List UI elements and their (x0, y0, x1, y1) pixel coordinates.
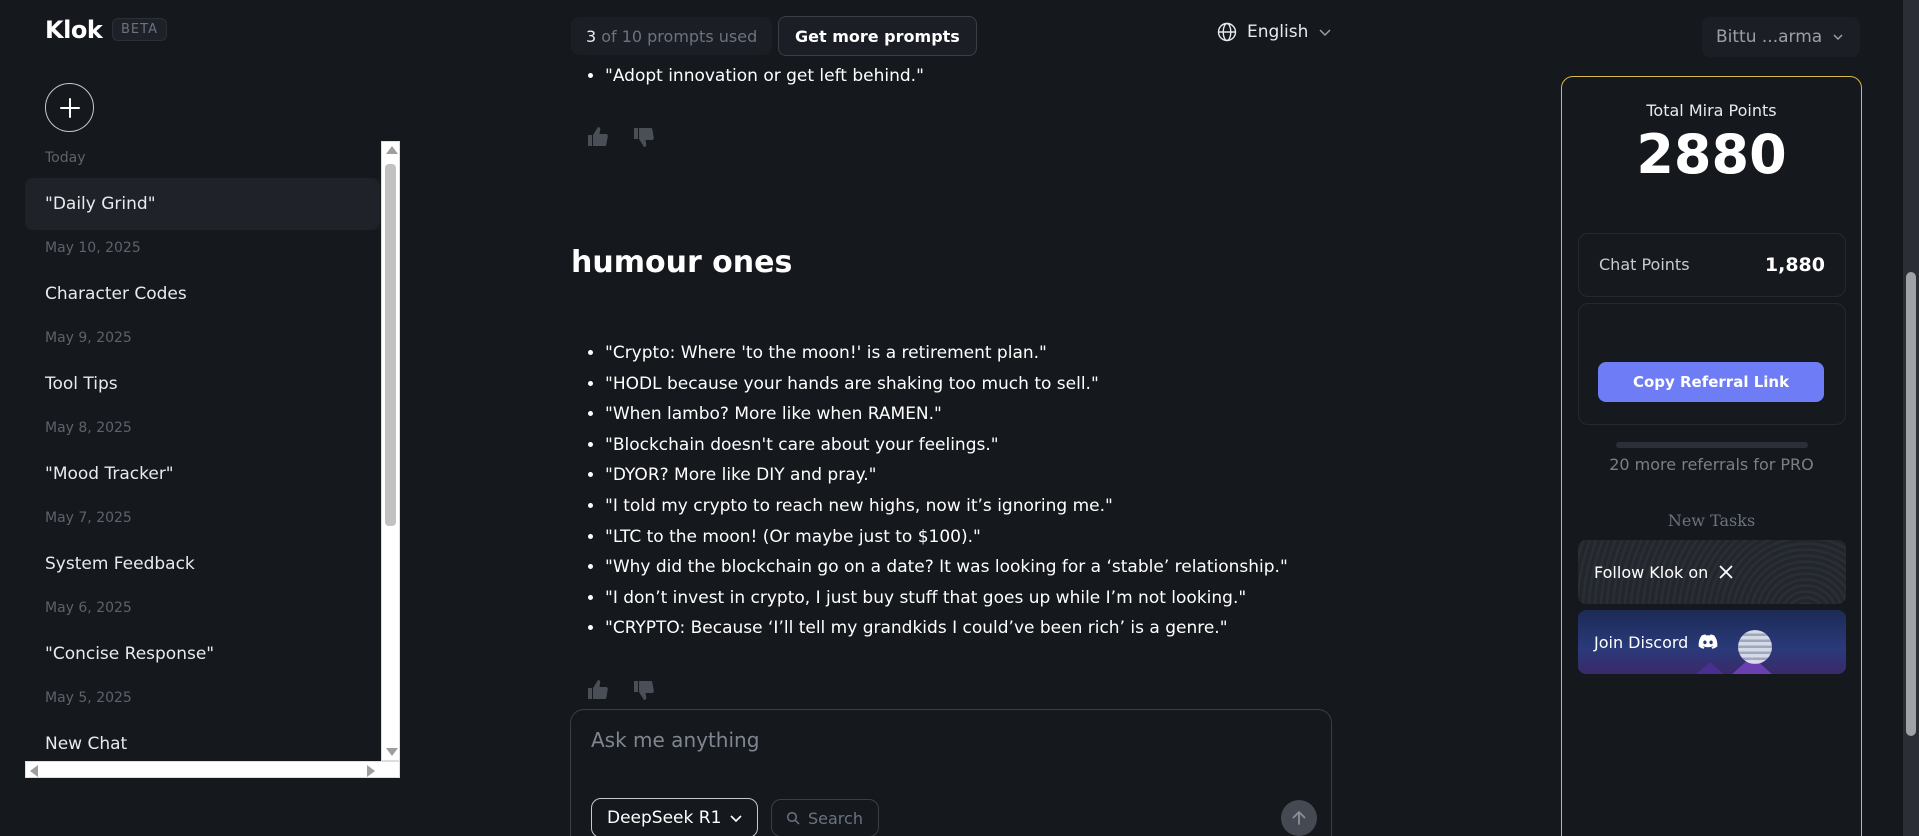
previous-response-list: "Adopt innovation or get left behind." (571, 61, 924, 92)
feedback-buttons (584, 124, 656, 150)
list-item: "DYOR? More like DIY and pray." (605, 460, 1288, 491)
scroll-down-arrow-icon[interactable] (386, 748, 398, 756)
scrollbar-thumb[interactable] (385, 164, 396, 526)
chat-history-list: Today "Daily Grind" May 10, 2025 Charact… (25, 140, 380, 760)
history-date: May 6, 2025 (45, 600, 132, 616)
plus-icon (59, 97, 80, 118)
history-horizontal-scrollbar[interactable] (25, 761, 400, 778)
points-panel: Total Mira Points 2880 Chat Points 1,880… (1561, 76, 1862, 836)
search-icon (786, 811, 800, 825)
language-label: English (1247, 22, 1309, 42)
feedback-buttons (584, 677, 656, 703)
message-composer: DeepSeek R1 Search (570, 709, 1332, 836)
section-heading: humour ones (571, 245, 793, 280)
list-item: "HODL because your hands are shaking too… (605, 369, 1288, 400)
task-follow-label: Follow Klok on (1594, 562, 1709, 582)
history-date: May 8, 2025 (45, 420, 132, 436)
page-scrollbar[interactable] (1903, 0, 1919, 836)
prompts-used-text: of 10 prompts used (601, 26, 758, 46)
history-item-mood-tracker[interactable]: "Mood Tracker" (25, 448, 380, 500)
list-item: "I don’t invest in crypto, I just buy st… (605, 583, 1288, 614)
chat-points-value: 1,880 (1764, 254, 1825, 276)
history-date: May 10, 2025 (45, 240, 141, 256)
history-date: Today (45, 150, 86, 166)
search-toggle-label: Search (808, 808, 863, 828)
language-selector[interactable]: English (1217, 22, 1332, 42)
model-selector-label: DeepSeek R1 (607, 808, 722, 828)
total-points-value: 2880 (1636, 123, 1787, 186)
scroll-up-arrow-icon[interactable] (386, 146, 398, 154)
get-more-prompts-button[interactable]: Get more prompts (778, 16, 977, 56)
globe-icon (1217, 22, 1237, 42)
arrow-up-icon (1292, 811, 1306, 825)
list-item: "I told my crypto to reach new highs, no… (605, 491, 1288, 522)
new-chat-button[interactable] (45, 83, 94, 132)
chevron-down-icon (1319, 29, 1331, 37)
user-menu[interactable]: Bittu ...arma (1702, 17, 1860, 57)
history-item-concise-response[interactable]: "Concise Response" (25, 628, 380, 680)
history-date: May 9, 2025 (45, 330, 132, 346)
discord-icon (1698, 634, 1718, 649)
humour-list: "Crypto: Where 'to the moon!' is a retir… (571, 338, 1288, 644)
list-item: "Adopt innovation or get left behind." (605, 61, 924, 92)
task-discord-label: Join Discord (1594, 632, 1689, 652)
list-item: "CRYPTO: Because ‘I’ll tell my grandkids… (605, 613, 1288, 644)
history-item-daily-grind[interactable]: "Daily Grind" (25, 178, 380, 230)
task-follow-x[interactable]: Follow Klok on (1578, 540, 1846, 604)
list-item: "Why did the blockchain go on a date? It… (605, 552, 1288, 583)
task-join-discord[interactable]: Join Discord (1578, 610, 1846, 674)
scroll-right-arrow-icon[interactable] (367, 765, 375, 777)
search-toggle-button[interactable]: Search (771, 799, 879, 836)
new-tasks-title: New Tasks (1667, 511, 1756, 530)
thumbs-down-icon[interactable] (630, 124, 656, 150)
chat-points-card: Chat Points 1,880 (1578, 233, 1846, 297)
decorative-pyramid (1694, 662, 1726, 674)
list-item: "Crypto: Where 'to the moon!' is a retir… (605, 338, 1288, 369)
app-logo[interactable]: Klok (45, 16, 103, 44)
history-item-new-chat[interactable]: New Chat (25, 718, 380, 760)
page-scrollbar-thumb[interactable] (1906, 272, 1916, 736)
history-date: May 5, 2025 (45, 690, 132, 706)
referral-points-value: 0 (1812, 323, 1826, 345)
referral-points-label: Referral Points (1598, 324, 1714, 343)
prompts-used-count: 3 (586, 26, 597, 46)
list-item: "Blockchain doesn't care about your feel… (605, 430, 1288, 461)
list-item: "LTC to the moon! (Or maybe just to $100… (605, 522, 1288, 553)
history-item-character-codes[interactable]: Character Codes (25, 268, 380, 320)
thumbs-up-icon[interactable] (584, 677, 610, 703)
thumbs-down-icon[interactable] (630, 677, 656, 703)
sidebar: Klok BETA Today "Daily Grind" May 10, 20… (0, 0, 400, 836)
history-item-tool-tips[interactable]: Tool Tips (25, 358, 380, 410)
total-points-label: Total Mira Points (1646, 101, 1777, 120)
beta-badge: BETA (112, 18, 167, 41)
model-selector[interactable]: DeepSeek R1 (591, 798, 759, 836)
history-date: May 7, 2025 (45, 510, 132, 526)
scroll-left-arrow-icon[interactable] (30, 765, 38, 777)
list-item: "When lambo? More like when RAMEN." (605, 399, 1288, 430)
user-name: Bittu ...arma (1716, 27, 1823, 47)
copy-referral-link-button[interactable]: Copy Referral Link (1598, 362, 1824, 402)
thumbs-up-icon[interactable] (584, 124, 610, 150)
referral-progress-bar (1616, 442, 1808, 448)
chevron-down-icon (1833, 34, 1843, 41)
referrals-note: 20 more referrals for PRO (1609, 455, 1814, 474)
message-input[interactable] (591, 724, 1291, 756)
chat-points-label: Chat Points (1599, 255, 1690, 274)
chevron-down-icon (730, 815, 742, 823)
send-button[interactable] (1281, 800, 1317, 836)
history-vertical-scrollbar[interactable] (381, 141, 400, 761)
x-logo-icon (1719, 565, 1733, 579)
prompts-used-indicator: 3 of 10 prompts used (571, 17, 773, 55)
history-item-system-feedback[interactable]: System Feedback (25, 538, 380, 590)
decorative-moon (1738, 630, 1772, 664)
